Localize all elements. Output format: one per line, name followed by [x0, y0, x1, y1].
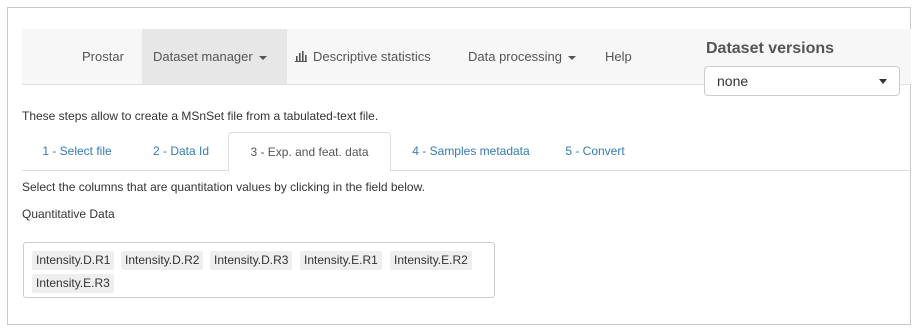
tab-label: 3 - Exp. and feat. data: [250, 145, 369, 159]
selected-column-chip[interactable]: Intensity.D.R1: [32, 251, 115, 270]
quantitative-data-select[interactable]: Intensity.D.R1 Intensity.D.R2 Intensity.…: [23, 242, 495, 298]
tab-samples-metadata[interactable]: 4 - Samples metadata: [396, 132, 546, 171]
selected-column-chip[interactable]: Intensity.D.R3: [210, 251, 293, 270]
dataset-versions-select[interactable]: none: [704, 66, 900, 96]
nav-item-dataset-manager[interactable]: Dataset manager: [142, 29, 287, 84]
caret-down-icon: [258, 55, 267, 60]
nav-item-label: Help: [605, 49, 632, 64]
tab-label: 5 - Convert: [565, 144, 625, 158]
selected-column-chip[interactable]: Intensity.E.R1: [300, 251, 382, 270]
tab-data-id[interactable]: 2 - Data Id: [134, 132, 228, 171]
selected-column-chip[interactable]: Intensity.E.R3: [32, 274, 114, 293]
nav-item-help[interactable]: Help: [605, 29, 632, 84]
selected-column-chip[interactable]: Intensity.E.R2: [390, 251, 472, 270]
dataset-versions-title: Dataset versions: [706, 40, 835, 57]
select-caret-icon: [879, 79, 887, 84]
bar-chart-icon: [295, 51, 307, 62]
tab-label: 2 - Data Id: [152, 144, 210, 158]
dataset-versions-value: none: [717, 73, 749, 89]
nav-item-label: Data processing: [468, 49, 562, 64]
nav-item-label: Prostar: [82, 49, 124, 64]
wizard-tabs: 1 - Select file 2 - Data Id 3 - Exp. and…: [22, 132, 911, 172]
intro-text: These steps allow to create a MSnSet fil…: [22, 109, 379, 123]
tab-exp-feat-data[interactable]: 3 - Exp. and feat. data: [228, 132, 391, 172]
nav-item-data-processing[interactable]: Data processing: [468, 29, 576, 84]
tab-label: 4 - Samples metadata: [412, 144, 530, 158]
help-text: Select the columns that are quantitation…: [22, 180, 425, 194]
selected-column-chip[interactable]: Intensity.D.R2: [121, 251, 204, 270]
tab-convert[interactable]: 5 - Convert: [550, 132, 640, 171]
tab-select-file[interactable]: 1 - Select file: [24, 132, 130, 171]
caret-down-icon: [567, 55, 576, 60]
nav-item-label: Dataset manager: [153, 49, 253, 64]
nav-item-label: Descriptive statistics: [313, 49, 431, 64]
nav-item-descriptive-statistics[interactable]: Descriptive statistics: [295, 29, 431, 84]
quantitative-data-label: Quantitative Data: [22, 207, 115, 221]
nav-item-prostar[interactable]: Prostar: [82, 29, 124, 84]
tab-label: 1 - Select file: [42, 144, 112, 158]
